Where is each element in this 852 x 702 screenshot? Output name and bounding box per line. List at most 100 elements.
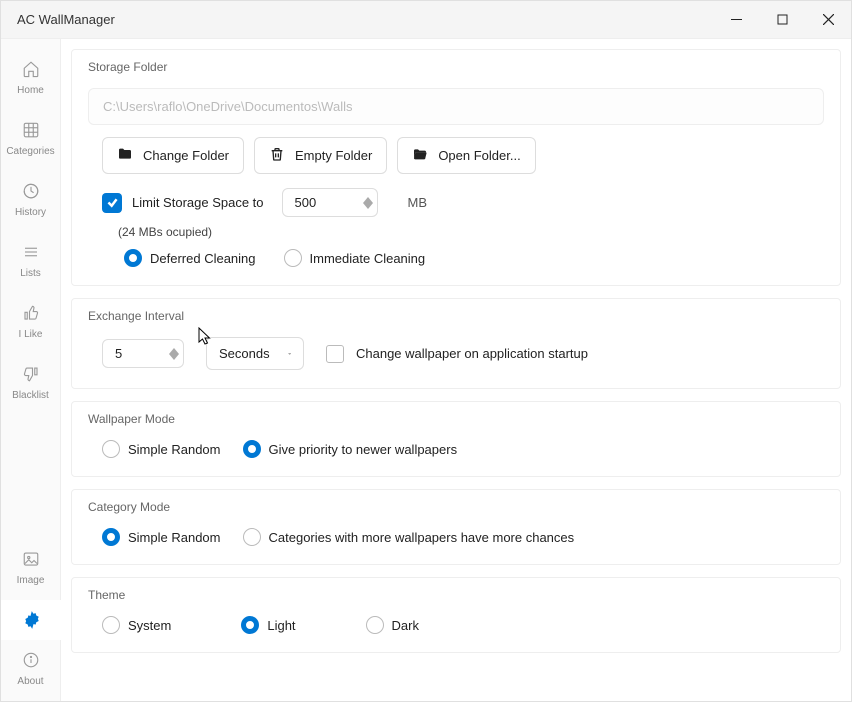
thumbs-up-icon xyxy=(21,303,41,323)
radio-label: Dark xyxy=(392,618,419,633)
radio-label: Simple Random xyxy=(128,442,221,457)
sidebar: Home Categories History Lists I Like Bla… xyxy=(1,39,61,701)
radio-label: System xyxy=(128,618,171,633)
section-title: Exchange Interval xyxy=(88,299,824,337)
sidebar-item-blacklist[interactable]: Blacklist xyxy=(1,354,61,415)
sidebar-item-settings[interactable] xyxy=(1,600,61,640)
radio-label: Deferred Cleaning xyxy=(150,251,256,266)
interval-value-spinner[interactable]: 5 xyxy=(102,339,184,368)
sidebar-label: History xyxy=(15,207,46,218)
wallmode-simple-radio[interactable]: Simple Random xyxy=(102,440,221,458)
chevron-down-icon xyxy=(288,351,291,357)
limit-label: Limit Storage Space to xyxy=(132,195,264,210)
startup-label: Change wallpaper on application startup xyxy=(356,346,588,361)
button-label: Change Folder xyxy=(143,148,229,163)
radio-circle-icon xyxy=(243,440,261,458)
minimize-button[interactable] xyxy=(713,1,759,39)
home-icon xyxy=(21,59,41,79)
radio-label: Immediate Cleaning xyxy=(310,251,426,266)
sidebar-label: I Like xyxy=(19,329,43,340)
empty-folder-button[interactable]: Empty Folder xyxy=(254,137,387,174)
radio-circle-icon xyxy=(243,528,261,546)
sidebar-item-history[interactable]: History xyxy=(1,171,61,232)
folder-icon xyxy=(117,146,133,165)
sidebar-item-about[interactable]: About xyxy=(1,640,61,701)
radio-circle-icon xyxy=(124,249,142,267)
spinner-value: 5 xyxy=(115,346,141,361)
interval-unit-select[interactable]: Seconds xyxy=(206,337,304,370)
image-icon xyxy=(21,549,41,569)
close-button[interactable] xyxy=(805,1,851,39)
deferred-cleaning-radio[interactable]: Deferred Cleaning xyxy=(124,249,256,267)
sidebar-item-image[interactable]: Image xyxy=(1,539,61,600)
immediate-cleaning-radio[interactable]: Immediate Cleaning xyxy=(284,249,426,267)
trash-icon xyxy=(269,146,285,165)
title-bar: AC WallManager xyxy=(1,1,851,39)
occupied-label: (24 MBs ocupied) xyxy=(88,217,824,239)
section-title: Category Mode xyxy=(88,490,824,528)
theme-system-radio[interactable]: System xyxy=(102,616,171,634)
radio-circle-icon xyxy=(102,616,120,634)
radio-label: Categories with more wallpapers have mor… xyxy=(269,530,575,545)
thumbs-down-icon xyxy=(21,364,41,384)
limit-checkbox[interactable] xyxy=(102,193,122,213)
storage-path-input[interactable] xyxy=(88,88,824,125)
radio-circle-icon xyxy=(366,616,384,634)
section-title: Theme xyxy=(88,578,824,616)
sidebar-label: Image xyxy=(17,575,45,586)
catmode-weighted-radio[interactable]: Categories with more wallpapers have mor… xyxy=(243,528,575,546)
radio-circle-icon xyxy=(102,440,120,458)
sidebar-label: Lists xyxy=(20,268,41,279)
spinner-arrows xyxy=(363,197,373,209)
gear-icon xyxy=(22,610,42,630)
radio-label: Simple Random xyxy=(128,530,221,545)
history-icon xyxy=(21,181,41,201)
section-title: Storage Folder xyxy=(88,50,824,88)
chevron-down-icon[interactable] xyxy=(363,203,373,209)
button-label: Open Folder... xyxy=(438,148,520,163)
open-folder-button[interactable]: Open Folder... xyxy=(397,137,535,174)
radio-circle-icon xyxy=(284,249,302,267)
sidebar-item-categories[interactable]: Categories xyxy=(1,110,61,171)
storage-section: Storage Folder Change Folder Empty Folde… xyxy=(71,49,841,286)
app-window: AC WallManager Home Categories xyxy=(0,0,852,702)
sidebar-item-home[interactable]: Home xyxy=(1,49,61,110)
select-value: Seconds xyxy=(219,346,270,361)
spinner-value: 500 xyxy=(295,195,321,210)
startup-checkbox-row[interactable]: Change wallpaper on application startup xyxy=(326,345,588,363)
maximize-button[interactable] xyxy=(759,1,805,39)
button-label: Empty Folder xyxy=(295,148,372,163)
list-icon xyxy=(21,242,41,262)
app-title: AC WallManager xyxy=(17,12,115,27)
section-title: Wallpaper Mode xyxy=(88,402,824,440)
grid-icon xyxy=(21,120,41,140)
window-controls xyxy=(713,1,851,39)
limit-value-spinner[interactable]: 500 xyxy=(282,188,378,217)
sidebar-label: Categories xyxy=(6,146,54,157)
sidebar-label: About xyxy=(17,676,43,687)
wallmode-section: Wallpaper Mode Simple Random Give priori… xyxy=(71,401,841,477)
spinner-arrows xyxy=(169,348,179,360)
change-folder-button[interactable]: Change Folder xyxy=(102,137,244,174)
sidebar-label: Blacklist xyxy=(12,390,49,401)
sidebar-label: Home xyxy=(17,85,44,96)
theme-dark-radio[interactable]: Dark xyxy=(366,616,419,634)
settings-content: Storage Folder Change Folder Empty Folde… xyxy=(61,39,851,701)
radio-label: Light xyxy=(267,618,295,633)
theme-light-radio[interactable]: Light xyxy=(241,616,295,634)
catmode-simple-radio[interactable]: Simple Random xyxy=(102,528,221,546)
interval-section: Exchange Interval 5 Seconds xyxy=(71,298,841,389)
sidebar-item-like[interactable]: I Like xyxy=(1,293,61,354)
chevron-down-icon[interactable] xyxy=(169,354,179,360)
radio-circle-icon xyxy=(102,528,120,546)
limit-unit: MB xyxy=(408,195,428,210)
wallmode-priority-radio[interactable]: Give priority to newer wallpapers xyxy=(243,440,458,458)
radio-label: Give priority to newer wallpapers xyxy=(269,442,458,457)
theme-section: Theme System Light Dark xyxy=(71,577,841,653)
radio-circle-icon xyxy=(241,616,259,634)
info-icon xyxy=(21,650,41,670)
folder-open-icon xyxy=(412,146,428,165)
catmode-section: Category Mode Simple Random Categories w… xyxy=(71,489,841,565)
sidebar-item-lists[interactable]: Lists xyxy=(1,232,61,293)
checkbox-empty-icon xyxy=(326,345,344,363)
